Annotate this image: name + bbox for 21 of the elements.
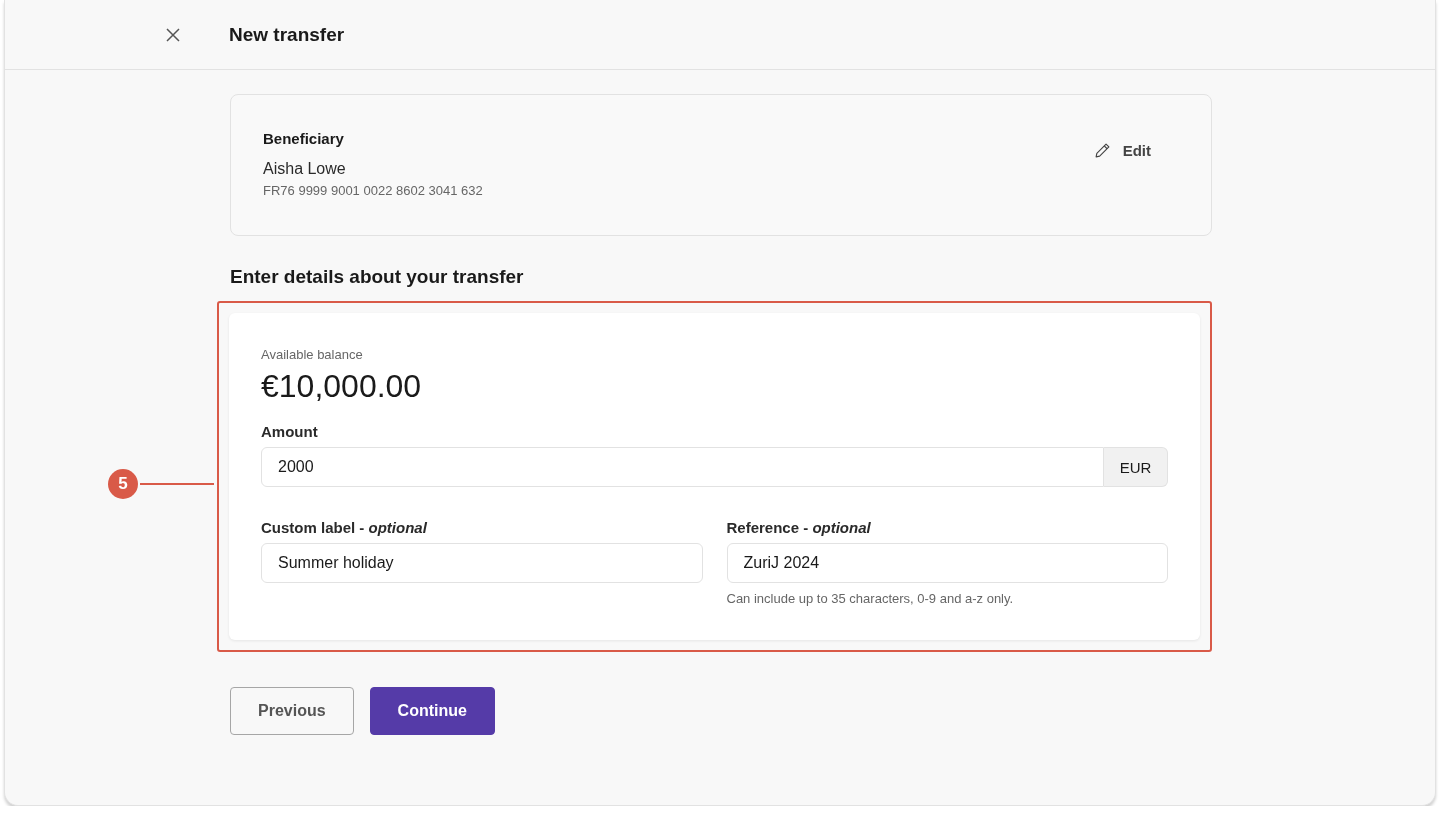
step-number: 5	[108, 469, 138, 499]
previous-button[interactable]: Previous	[230, 687, 354, 735]
field-label: Custom label - optional	[261, 519, 428, 536]
section-title: Enter details about your transfer	[230, 266, 525, 289]
beneficiary-heading: Beneficiary	[263, 130, 345, 147]
input-field[interactable]: ZuriJ 2024	[726, 543, 1168, 583]
close-button[interactable]	[164, 25, 182, 44]
amount-field[interactable]: 2000	[261, 447, 1104, 487]
currency-addon: EUR	[1104, 447, 1168, 487]
pencil-icon	[1093, 142, 1111, 159]
field-label: Amount	[261, 423, 319, 440]
iban-text: FR76 9999 9001 0022 8602 3041 632	[263, 183, 483, 198]
edit-button[interactable]: Edit	[1093, 140, 1151, 161]
field-label: Reference - optional	[726, 519, 872, 536]
balance-amount: €10,000.00	[261, 368, 423, 405]
input-field[interactable]: Summer holiday	[261, 543, 703, 583]
window-title: New transfer	[229, 23, 345, 46]
beneficiary-name: Aisha Lowe	[263, 160, 347, 178]
continue-button[interactable]: Continue	[369, 687, 495, 735]
balance-label: Available balance	[261, 347, 364, 362]
field-hint: Can include up to 35 characters, 0-9 and a-z only.	[726, 591, 1015, 606]
